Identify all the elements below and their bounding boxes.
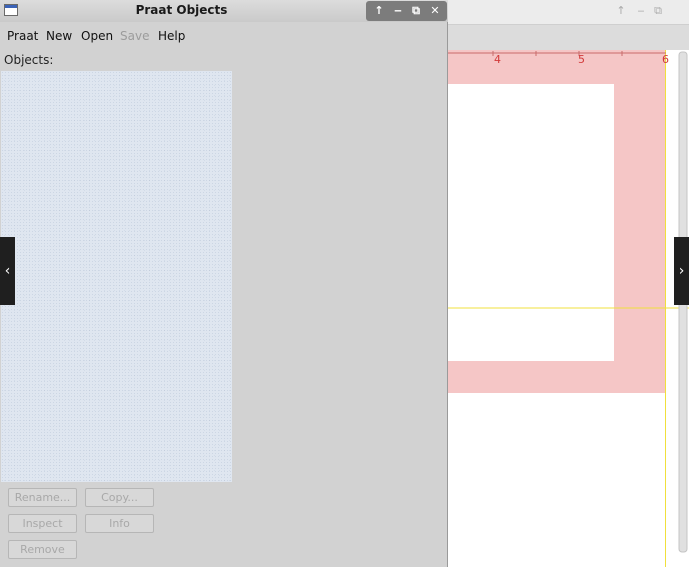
window-title: Praat Objects (135, 3, 228, 17)
picture-canvas[interactable]: 4 5 6 (448, 50, 689, 567)
window-titlebar[interactable]: Praat Objects ↑ ‒ ⧉ ✕ (0, 0, 448, 22)
info-button: Info (85, 514, 154, 533)
rename-button: Rename... (8, 488, 77, 507)
objects-list[interactable] (1, 71, 232, 482)
copy-button: Copy... (85, 488, 154, 507)
restore-icon[interactable]: ⧉ (651, 4, 665, 18)
picture-window: ↑ ‒ ⧉ 4 5 6 (448, 0, 689, 567)
menu-praat[interactable]: Praat (7, 29, 38, 43)
ruler-label-6: 6 (662, 53, 669, 66)
minimize-icon[interactable]: ‒ (390, 3, 406, 19)
previous-arrow-icon[interactable]: ‹ (0, 237, 15, 305)
next-arrow-icon[interactable]: › (674, 237, 689, 305)
ruler-label-4: 4 (494, 53, 501, 66)
inspect-button: Inspect (8, 514, 77, 533)
inner-white-region (448, 84, 614, 361)
menu-open[interactable]: Open (81, 29, 113, 43)
remove-button: Remove (8, 540, 77, 559)
arrow-up-icon[interactable]: ↑ (614, 4, 628, 18)
menu-save: Save (120, 29, 150, 43)
close-icon[interactable]: ✕ (427, 3, 443, 19)
menu-new[interactable]: New (46, 29, 72, 43)
objects-label: Objects: (4, 53, 54, 67)
minimize-icon[interactable]: ‒ (634, 4, 648, 18)
menu-help[interactable]: Help (158, 29, 185, 43)
picture-window-toolbar (448, 25, 689, 51)
praat-objects-window: Praat Objects ↑ ‒ ⧉ ✕ Praat New Open Sav… (0, 0, 448, 567)
window-controls: ↑ ‒ ⧉ ✕ (366, 1, 447, 21)
picture-window-titlebar: ↑ ‒ ⧉ (448, 0, 689, 25)
arrow-up-icon[interactable]: ↑ (371, 3, 387, 19)
ruler-label-5: 5 (578, 53, 585, 66)
restore-icon[interactable]: ⧉ (408, 3, 424, 19)
